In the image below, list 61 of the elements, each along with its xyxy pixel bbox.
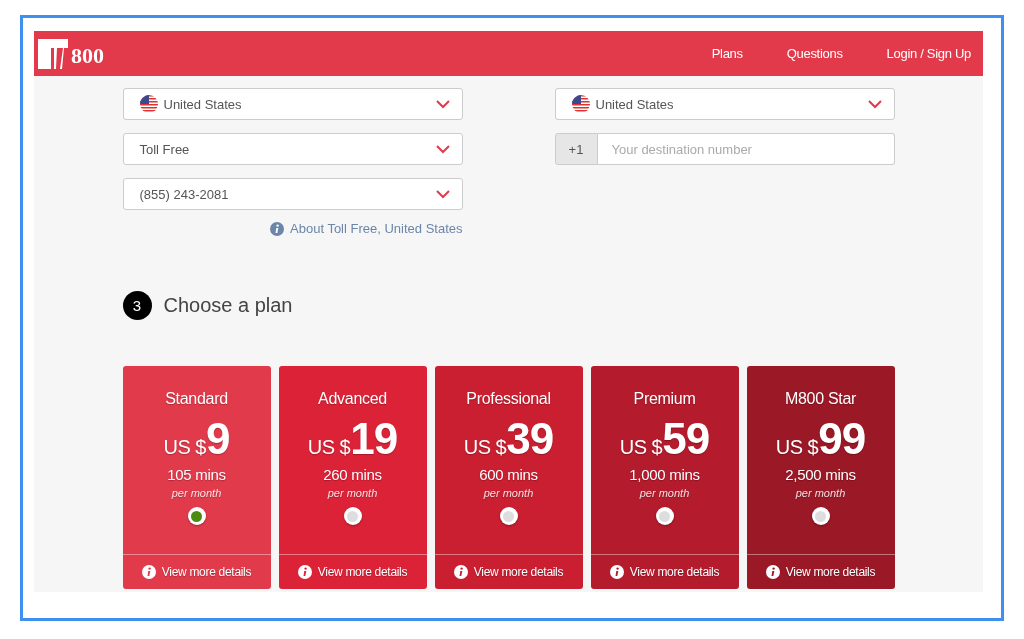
nav-link[interactable]: Login / Sign Up (886, 46, 971, 61)
plan-name: Premium (633, 390, 696, 408)
chevron-down-icon (435, 99, 450, 109)
country-code: +1 (554, 133, 598, 165)
step-number: 3 (122, 291, 152, 320)
details-link[interactable]: View more details (746, 554, 895, 589)
plan-period: per month (795, 487, 846, 499)
dropdown-select[interactable]: Toll Free (122, 133, 463, 165)
plan-period: per month (171, 487, 222, 499)
section-title: Choose a plan (163, 294, 293, 317)
details-link[interactable]: View more details (434, 554, 583, 589)
info-icon (297, 565, 312, 579)
currency-label: US $ (307, 436, 351, 459)
dropdown-select[interactable]: United States (122, 88, 463, 120)
plan-price: 19 (350, 414, 398, 464)
chevron-down-icon (435, 144, 450, 154)
destination-number-field[interactable]: Your destination number (597, 133, 895, 165)
currency-label: US $ (775, 436, 819, 459)
plan-name: Standard (165, 390, 228, 408)
info-link[interactable]: About Toll Free, United States (270, 221, 463, 236)
chevron-down-icon (435, 189, 450, 199)
info-icon (453, 565, 468, 579)
info-icon (765, 565, 780, 579)
plan-minutes: 105 mins (167, 466, 226, 483)
plan-radio[interactable] (811, 507, 830, 525)
details-link[interactable]: View more details (278, 554, 427, 589)
plan-period: per month (639, 487, 690, 499)
chevron-down-icon (867, 99, 882, 109)
flag-icon (571, 95, 590, 113)
dropdown-select[interactable]: (855) 243-2081 (122, 178, 463, 210)
nav-link[interactable]: Questions (786, 46, 843, 61)
logo-icon (38, 38, 70, 69)
info-icon (609, 565, 624, 579)
plan-period: per month (327, 487, 378, 499)
plan-price: 39 (506, 414, 554, 464)
plan-period: per month (483, 487, 534, 499)
info-icon (141, 565, 156, 579)
details-link[interactable]: View more details (122, 554, 271, 589)
plan-name: Advanced (318, 390, 387, 408)
plan-minutes: 1,000 mins (629, 466, 700, 483)
dropdown-select[interactable]: United States (554, 88, 895, 120)
plan-radio[interactable] (499, 507, 518, 525)
plan-minutes: 600 mins (479, 466, 538, 483)
plan-name: Professional (466, 390, 551, 408)
plan-name: M800 Star (784, 390, 857, 408)
plan-radio[interactable] (655, 507, 674, 525)
plan-price: 59 (662, 414, 710, 464)
details-link[interactable]: View more details (590, 554, 739, 589)
currency-label: US $ (163, 436, 206, 459)
flag-icon (139, 95, 158, 113)
plan-radio[interactable] (187, 507, 206, 525)
currency-label: US $ (619, 436, 663, 459)
plan-price: 9 (206, 414, 230, 464)
plan-minutes: 260 mins (323, 466, 382, 483)
nav-link[interactable]: Plans (711, 46, 743, 61)
info-icon (270, 221, 285, 236)
plan-price: 99 (818, 414, 866, 464)
logo-text: 800 (71, 44, 104, 67)
plan-radio[interactable] (343, 507, 362, 525)
plan-minutes: 2,500 mins (785, 466, 856, 483)
currency-label: US $ (463, 436, 507, 459)
